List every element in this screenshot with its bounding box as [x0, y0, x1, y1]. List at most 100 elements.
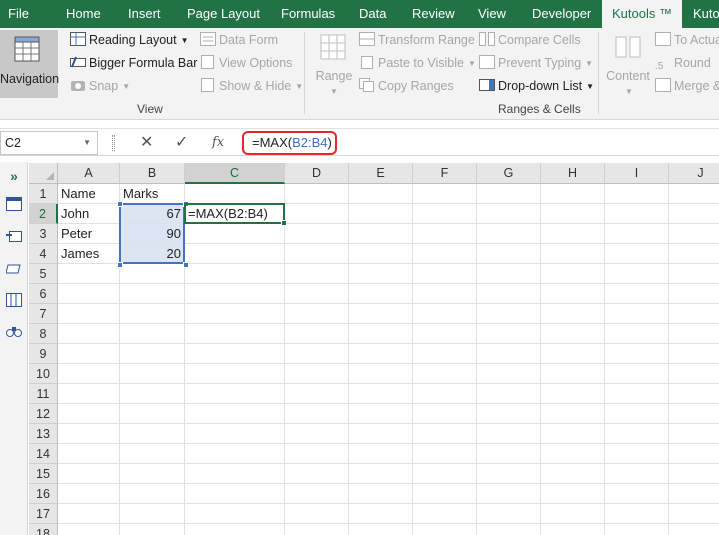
cell-c5[interactable] [185, 264, 285, 284]
copy-ranges-button[interactable]: Copy Ranges [359, 76, 454, 96]
row-header-12[interactable]: 12 [29, 404, 58, 424]
cell-e15[interactable] [349, 464, 413, 484]
cell-e10[interactable] [349, 364, 413, 384]
cell-d5[interactable] [285, 264, 349, 284]
data-form-button[interactable]: Data Form [200, 30, 278, 50]
cell-a5[interactable] [58, 264, 120, 284]
cell-g10[interactable] [477, 364, 541, 384]
cell-f5[interactable] [413, 264, 477, 284]
cell-j2[interactable] [669, 204, 719, 224]
cell-d10[interactable] [285, 364, 349, 384]
cell-g15[interactable] [477, 464, 541, 484]
cell-a4[interactable]: James [58, 244, 120, 264]
cell-i13[interactable] [605, 424, 669, 444]
cell-d17[interactable] [285, 504, 349, 524]
cell-e4[interactable] [349, 244, 413, 264]
cancel-icon[interactable]: ✕ [140, 132, 153, 154]
cell-b3[interactable]: 90 [120, 224, 185, 244]
cell-h18[interactable] [541, 524, 605, 535]
tab-page-layout[interactable]: Page Layout [187, 0, 260, 28]
transform-range-button[interactable]: Transform Range [359, 30, 475, 50]
merge-button[interactable]: Merge & [655, 76, 719, 96]
cell-h2[interactable] [541, 204, 605, 224]
cell-h6[interactable] [541, 284, 605, 304]
cell-b5[interactable] [120, 264, 185, 284]
cell-c17[interactable] [185, 504, 285, 524]
cell-a2[interactable]: John [58, 204, 120, 224]
cell-b10[interactable] [120, 364, 185, 384]
cell-h3[interactable] [541, 224, 605, 244]
cell-a9[interactable] [58, 344, 120, 364]
cell-i3[interactable] [605, 224, 669, 244]
tab-file[interactable]: File [8, 0, 29, 28]
cell-d7[interactable] [285, 304, 349, 324]
tab-data[interactable]: Data [359, 0, 386, 28]
insert-function-icon[interactable]: fx [212, 132, 224, 154]
formula-input[interactable]: =MAX(B2:B4) [242, 131, 337, 155]
cell-j6[interactable] [669, 284, 719, 304]
cell-f1[interactable] [413, 184, 477, 204]
prevent-typing-button[interactable]: Prevent Typing ▼ [479, 53, 593, 73]
row-header-11[interactable]: 11 [29, 384, 58, 404]
cell-g1[interactable] [477, 184, 541, 204]
tab-view[interactable]: View [478, 0, 506, 28]
cell-j15[interactable] [669, 464, 719, 484]
cell-a12[interactable] [58, 404, 120, 424]
row-header-17[interactable]: 17 [29, 504, 58, 524]
cell-e17[interactable] [349, 504, 413, 524]
column-list-icon[interactable] [4, 292, 24, 312]
cell-e18[interactable] [349, 524, 413, 535]
tab-kutools[interactable]: Kutools ™ [602, 0, 682, 28]
cell-c8[interactable] [185, 324, 285, 344]
cell-a10[interactable] [58, 364, 120, 384]
cell-g5[interactable] [477, 264, 541, 284]
tab-insert[interactable]: Insert [128, 0, 161, 28]
cell-i16[interactable] [605, 484, 669, 504]
cell-i5[interactable] [605, 264, 669, 284]
column-header-c[interactable]: C [185, 163, 285, 184]
cell-f16[interactable] [413, 484, 477, 504]
cell-a13[interactable] [58, 424, 120, 444]
expand-panel-icon[interactable]: » [4, 166, 24, 186]
cell-g17[interactable] [477, 504, 541, 524]
cell-a11[interactable] [58, 384, 120, 404]
cell-c10[interactable] [185, 364, 285, 384]
cell-f2[interactable] [413, 204, 477, 224]
cell-i17[interactable] [605, 504, 669, 524]
cell-e8[interactable] [349, 324, 413, 344]
cell-j5[interactable] [669, 264, 719, 284]
row-header-2[interactable]: 2 [29, 204, 58, 224]
cell-f7[interactable] [413, 304, 477, 324]
bigger-formula-bar-button[interactable]: Bigger Formula Bar [70, 53, 197, 73]
cell-j7[interactable] [669, 304, 719, 324]
row-header-18[interactable]: 18 [29, 524, 58, 535]
cell-f8[interactable] [413, 324, 477, 344]
cell-b16[interactable] [120, 484, 185, 504]
cell-d6[interactable] [285, 284, 349, 304]
cell-a8[interactable] [58, 324, 120, 344]
column-header-f[interactable]: F [413, 163, 477, 184]
cell-g6[interactable] [477, 284, 541, 304]
cell-h16[interactable] [541, 484, 605, 504]
row-header-14[interactable]: 14 [29, 444, 58, 464]
cell-d4[interactable] [285, 244, 349, 264]
cell-h9[interactable] [541, 344, 605, 364]
column-header-i[interactable]: I [605, 163, 669, 184]
cell-a17[interactable] [58, 504, 120, 524]
cell-a18[interactable] [58, 524, 120, 535]
cell-d11[interactable] [285, 384, 349, 404]
cell-b9[interactable] [120, 344, 185, 364]
cell-g8[interactable] [477, 324, 541, 344]
cell-b1[interactable]: Marks [120, 184, 185, 204]
cell-i1[interactable] [605, 184, 669, 204]
tab-developer[interactable]: Developer [532, 0, 591, 28]
row-header-6[interactable]: 6 [29, 284, 58, 304]
cell-d18[interactable] [285, 524, 349, 535]
cell-e16[interactable] [349, 484, 413, 504]
row-header-8[interactable]: 8 [29, 324, 58, 344]
cell-d2[interactable] [285, 204, 349, 224]
compare-cells-button[interactable]: Compare Cells [479, 30, 581, 50]
cell-i7[interactable] [605, 304, 669, 324]
show-hide-button[interactable]: Show & Hide ▼ [200, 76, 303, 96]
cell-d13[interactable] [285, 424, 349, 444]
